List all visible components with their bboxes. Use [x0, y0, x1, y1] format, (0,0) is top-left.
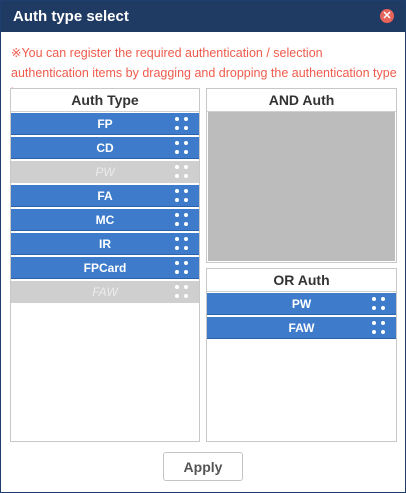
- auth-type-item-fp[interactable]: FP: [11, 113, 199, 135]
- item-label: MC: [95, 213, 115, 227]
- auth-type-item-ir[interactable]: IR: [11, 233, 199, 255]
- drag-handle-icon: [175, 165, 189, 179]
- drag-handle-icon[interactable]: [175, 261, 189, 275]
- dialog-title: Auth type select: [13, 8, 129, 25]
- close-icon[interactable]: ✕: [380, 9, 394, 23]
- auth-type-item-fa[interactable]: FA: [11, 185, 199, 207]
- item-label: FAW: [92, 285, 118, 299]
- auth-type-panel: Auth Type FP CD PW FA MC IR FPCard FAW: [10, 88, 200, 442]
- drag-handle-icon[interactable]: [175, 237, 189, 251]
- auth-type-list: FP CD PW FA MC IR FPCard FAW: [11, 112, 199, 303]
- item-label: PW: [95, 165, 115, 179]
- or-auth-panel: OR Auth PW FAW: [206, 268, 397, 442]
- auth-type-item-faw: FAW: [11, 281, 199, 303]
- auth-type-header: Auth Type: [11, 89, 199, 112]
- or-auth-item-pw[interactable]: PW: [207, 293, 396, 315]
- item-label: IR: [99, 237, 111, 251]
- item-label: FP: [97, 117, 113, 131]
- auth-type-item-fpcard[interactable]: FPCard: [11, 257, 199, 279]
- item-label: FA: [97, 189, 113, 203]
- auth-type-item-cd[interactable]: CD: [11, 137, 199, 159]
- item-label: FAW: [288, 321, 315, 335]
- drag-handle-icon[interactable]: [175, 213, 189, 227]
- drag-handle-icon: [175, 285, 189, 299]
- drag-handle-icon[interactable]: [175, 189, 189, 203]
- auth-type-select-dialog: Auth type select ✕ ※You can register the…: [0, 0, 406, 493]
- and-auth-panel: AND Auth: [206, 88, 397, 263]
- auth-type-item-pw: PW: [11, 161, 199, 183]
- and-auth-drop-area[interactable]: [208, 112, 395, 261]
- auth-type-item-mc[interactable]: MC: [11, 209, 199, 231]
- item-label: CD: [96, 141, 114, 155]
- or-auth-header: OR Auth: [207, 269, 396, 292]
- or-auth-list[interactable]: PW FAW: [207, 292, 396, 339]
- dialog-titlebar: Auth type select ✕: [1, 1, 405, 32]
- drag-handle-icon[interactable]: [175, 141, 189, 155]
- and-auth-header: AND Auth: [207, 89, 396, 112]
- drag-handle-icon[interactable]: [372, 297, 386, 311]
- item-label: PW: [291, 297, 312, 311]
- item-label: FPCard: [83, 261, 127, 275]
- or-auth-item-faw[interactable]: FAW: [207, 317, 396, 339]
- drag-handle-icon[interactable]: [175, 117, 189, 131]
- apply-button[interactable]: Apply: [163, 452, 243, 481]
- drag-handle-icon[interactable]: [372, 321, 386, 335]
